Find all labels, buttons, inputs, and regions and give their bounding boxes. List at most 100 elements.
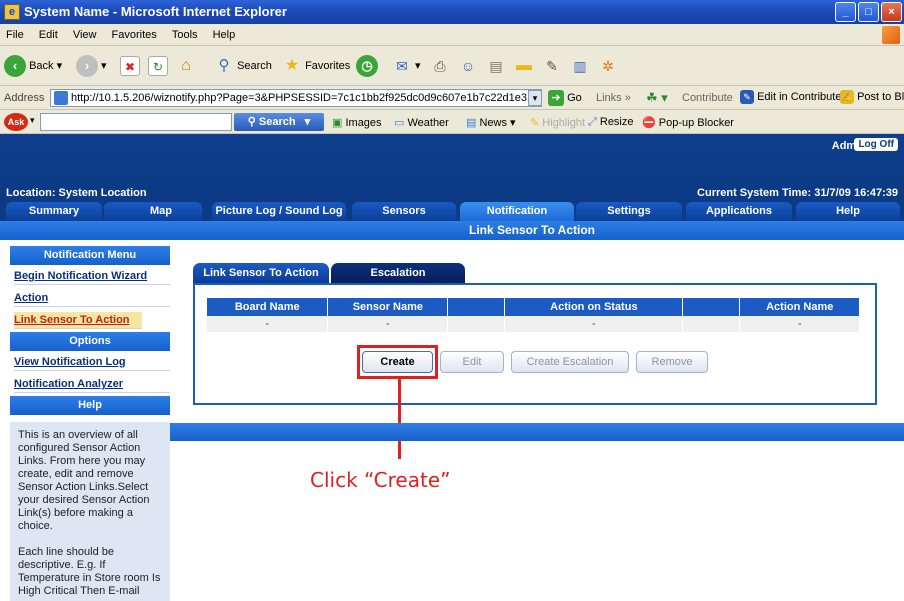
tab-link-sensor-to-action[interactable]: Link Sensor To Action	[193, 263, 329, 283]
history-button[interactable]: ◷	[356, 54, 378, 78]
page-icon	[54, 91, 68, 105]
menu-help[interactable]: Help	[207, 24, 242, 46]
search-toolbar: Ask ▾ ⚲ Search ▾ ▣ Images ▭ Weather ▤ Ne…	[0, 110, 904, 134]
links-button[interactable]: Links »	[596, 92, 631, 104]
tab-picture-log[interactable]: Picture Log / Sound Log	[212, 202, 346, 221]
edit-in-contribute-button[interactable]: ✎ Edit in Contribute	[740, 90, 841, 104]
menu-favorites[interactable]: Favorites	[106, 24, 163, 46]
sidebar-item-begin-wizard[interactable]: Begin Notification Wizard	[14, 268, 170, 285]
highlight-icon: ✎	[530, 117, 540, 129]
resize-button[interactable]: ⤢ Resize	[588, 116, 634, 129]
forward-button[interactable]: › ▾	[76, 54, 107, 78]
contribute-icon[interactable]: ☘ ▾	[646, 90, 668, 106]
table-cell	[682, 316, 741, 332]
window-title-bar: e System Name - Microsoft Internet Explo…	[0, 0, 904, 24]
column-header[interactable]: Action Name	[739, 298, 860, 316]
url-dropdown-button[interactable]: ▾	[528, 90, 542, 106]
tab-summary[interactable]: Summary	[6, 202, 102, 221]
book-icon: ▥	[573, 58, 587, 75]
contribute-button[interactable]: Contribute	[682, 92, 733, 104]
tab-sensors[interactable]: Sensors	[352, 202, 456, 221]
images-icon: ▣	[332, 117, 343, 129]
system-time: Current System Time: 31/7/09 16:47:39	[697, 187, 898, 199]
chevron-down-icon: ▾	[304, 116, 311, 128]
close-button[interactable]: ×	[881, 2, 902, 22]
back-button[interactable]: ‹ Back ▾	[4, 54, 62, 78]
news-button[interactable]: ▤ News ▾	[466, 116, 516, 129]
msn-button[interactable]: ✲	[598, 54, 618, 78]
remove-button[interactable]: Remove	[636, 351, 708, 373]
sensor-action-table: Board Name Sensor Name Action on Status …	[207, 298, 860, 332]
maximize-button[interactable]: □	[858, 2, 879, 22]
column-header[interactable]: Action on Status	[504, 298, 684, 316]
edit-button[interactable]: Edit	[440, 351, 504, 373]
home-button[interactable]: ⌂	[176, 54, 196, 78]
messenger-button[interactable]: ☺	[458, 54, 478, 78]
highlight-button[interactable]: ✎ Highlight	[530, 116, 585, 129]
search-button[interactable]: ⚲ Search	[214, 54, 272, 78]
forward-arrow-icon: ›	[76, 55, 98, 78]
blog-icon: ✍	[840, 90, 854, 104]
sidebar-item-action[interactable]: Action	[14, 290, 170, 307]
table-cell	[447, 316, 506, 332]
logoff-button[interactable]: Log Off	[854, 138, 898, 151]
mail-button[interactable]: ✉ ▾	[392, 54, 420, 78]
tab-applications[interactable]: Applications	[686, 202, 792, 221]
refresh-button[interactable]: ↻	[148, 54, 168, 78]
history-icon: ◷	[356, 55, 378, 78]
standard-toolbar: ‹ Back ▾ › ▾ ✖ ↻ ⌂ ⚲ Search ★ Favorites …	[0, 46, 904, 86]
mail-icon: ✉	[396, 58, 408, 75]
sidebar-item-analyzer[interactable]: Notification Analyzer	[14, 376, 170, 393]
table-cell: -	[207, 316, 329, 332]
table-row[interactable]: - - - -	[207, 316, 860, 332]
tab-help[interactable]: Help	[796, 202, 900, 221]
sidebar-item-view-log[interactable]: View Notification Log	[14, 354, 170, 371]
page-title: Link Sensor To Action	[0, 221, 904, 240]
windows-logo-icon	[882, 26, 900, 44]
search-icon: ⚲	[218, 57, 230, 75]
sidebar-heading-notification-menu: Notification Menu	[10, 246, 170, 265]
address-label: Address	[4, 92, 45, 104]
address-bar: Address http://10.1.5.206/wiznotify.php?…	[0, 86, 904, 110]
edit-icon: ✎	[740, 90, 754, 104]
sidebar-item-link-sensor[interactable]: Link Sensor To Action	[14, 312, 142, 329]
menu-edit[interactable]: Edit	[33, 24, 64, 46]
column-header[interactable]: Sensor Name	[327, 298, 449, 316]
images-button[interactable]: ▣ Images	[332, 116, 382, 129]
home-icon: ⌂	[181, 57, 191, 75]
research-button[interactable]: ✎	[542, 54, 562, 78]
minimize-button[interactable]: _	[835, 2, 856, 22]
ask-dropdown-icon[interactable]: ▾	[30, 115, 35, 126]
post-to-blog-button[interactable]: ✍ Post to Blo	[840, 90, 904, 104]
annotation-highlight-box	[357, 345, 438, 379]
url-input[interactable]: http://10.1.5.206/wiznotify.php?Page=3&P…	[50, 89, 542, 107]
tab-map[interactable]: Map	[104, 202, 202, 221]
table-cell: -	[504, 316, 684, 332]
help-paragraph: This is an overview of all configured Se…	[18, 429, 150, 532]
tab-settings[interactable]: Settings	[576, 202, 682, 221]
tools-button[interactable]: ▥	[570, 54, 590, 78]
weather-button[interactable]: ▭ Weather	[394, 116, 449, 129]
toolbar-search-button[interactable]: ⚲ Search ▾	[234, 113, 324, 131]
sidebar: Notification Menu Begin Notification Wiz…	[0, 246, 170, 601]
menu-tools[interactable]: Tools	[166, 24, 204, 46]
folder-button[interactable]: ▬	[514, 54, 534, 78]
menu-view[interactable]: View	[67, 24, 103, 46]
news-icon: ▤	[466, 117, 477, 129]
menu-file[interactable]: File	[0, 24, 30, 46]
tab-notification[interactable]: Notification	[460, 202, 574, 221]
tab-escalation[interactable]: Escalation	[331, 263, 465, 283]
footer-bar	[170, 423, 904, 441]
window-title: System Name - Microsoft Internet Explore…	[24, 4, 287, 19]
back-arrow-icon: ‹	[4, 55, 26, 78]
edit-page-button[interactable]: ▤	[486, 54, 506, 78]
go-button[interactable]: ➔ Go	[548, 90, 582, 106]
popup-blocker-button[interactable]: ⛔ Pop-up Blocker	[642, 116, 734, 129]
column-header[interactable]: Board Name	[207, 298, 329, 316]
print-button[interactable]: ⎙	[430, 54, 450, 78]
toolbar-search-input[interactable]	[40, 113, 232, 131]
stop-button[interactable]: ✖	[120, 54, 140, 78]
create-escalation-button[interactable]: Create Escalation	[511, 351, 629, 373]
go-arrow-icon: ➔	[548, 90, 564, 106]
favorites-button[interactable]: ★ Favorites	[282, 54, 350, 78]
